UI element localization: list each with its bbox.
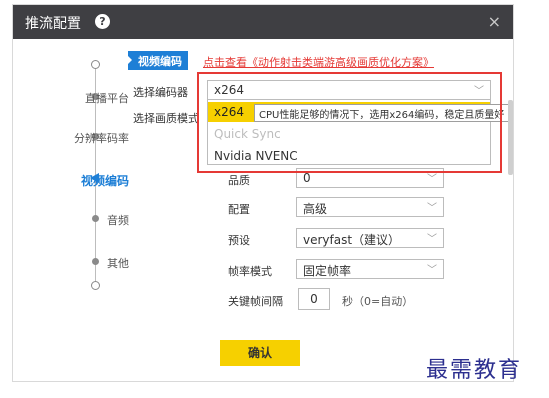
sidebar-item-audio[interactable]: 音频	[107, 212, 129, 228]
preset-select[interactable]: veryfast（建议） ﹀	[296, 228, 444, 248]
watermark-logo: 最需教育	[426, 358, 523, 383]
timeline-end-node	[91, 281, 100, 290]
chevron-down-icon: ﹀	[427, 203, 437, 214]
sidebar-item-live-platform[interactable]: 直播平台	[85, 90, 129, 106]
preset-value: veryfast（建议）	[303, 233, 401, 247]
timeline-start-node	[91, 60, 100, 69]
help-icon[interactable]: ?	[95, 14, 110, 29]
encoder-label: 选择编码器	[133, 86, 188, 99]
quality-value: 0	[303, 171, 311, 185]
dialog-title: 推流配置	[25, 16, 81, 32]
quality-label: 品质	[228, 174, 250, 187]
rate-mode-label: 帧率模式	[228, 265, 272, 278]
profile-select[interactable]: 高级 ﹀	[296, 197, 444, 217]
profile-value: 高级	[303, 202, 328, 216]
timeline-node-audio	[92, 215, 99, 222]
title-bar: 推流配置 ? ×	[13, 5, 513, 39]
rate-mode-select[interactable]: 固定帧率 ﹀	[296, 259, 444, 279]
chevron-down-icon: ﹀	[427, 234, 437, 245]
optimization-guide-link[interactable]: 点击查看《动作射击类端游高级画质优化方案》	[203, 54, 434, 70]
preset-label: 预设	[228, 234, 250, 247]
section-title: 视频编码	[127, 51, 188, 70]
sidebar-item-resolution-bitrate[interactable]: 分辨率码率	[74, 130, 129, 146]
keyframe-unit: 秒（0=自动）	[342, 295, 414, 308]
rate-mode-value: 固定帧率	[303, 264, 352, 278]
confirm-button[interactable]: 确认	[220, 340, 300, 366]
scrollbar[interactable]	[508, 100, 513, 175]
sidebar-item-other[interactable]: 其他	[107, 255, 129, 271]
close-icon[interactable]: ×	[488, 12, 501, 31]
chevron-down-icon: ﹀	[427, 265, 437, 276]
annotation-highlight-box	[197, 72, 502, 173]
keyframe-interval-input[interactable]: 0	[298, 288, 330, 310]
quality-mode-label: 选择画质模式	[133, 112, 199, 125]
sidebar-item-video-encoding[interactable]: 视频编码	[81, 172, 129, 189]
timeline-node-other	[92, 258, 99, 265]
keyframe-label: 关键帧间隔	[228, 295, 283, 308]
profile-label: 配置	[228, 203, 250, 216]
